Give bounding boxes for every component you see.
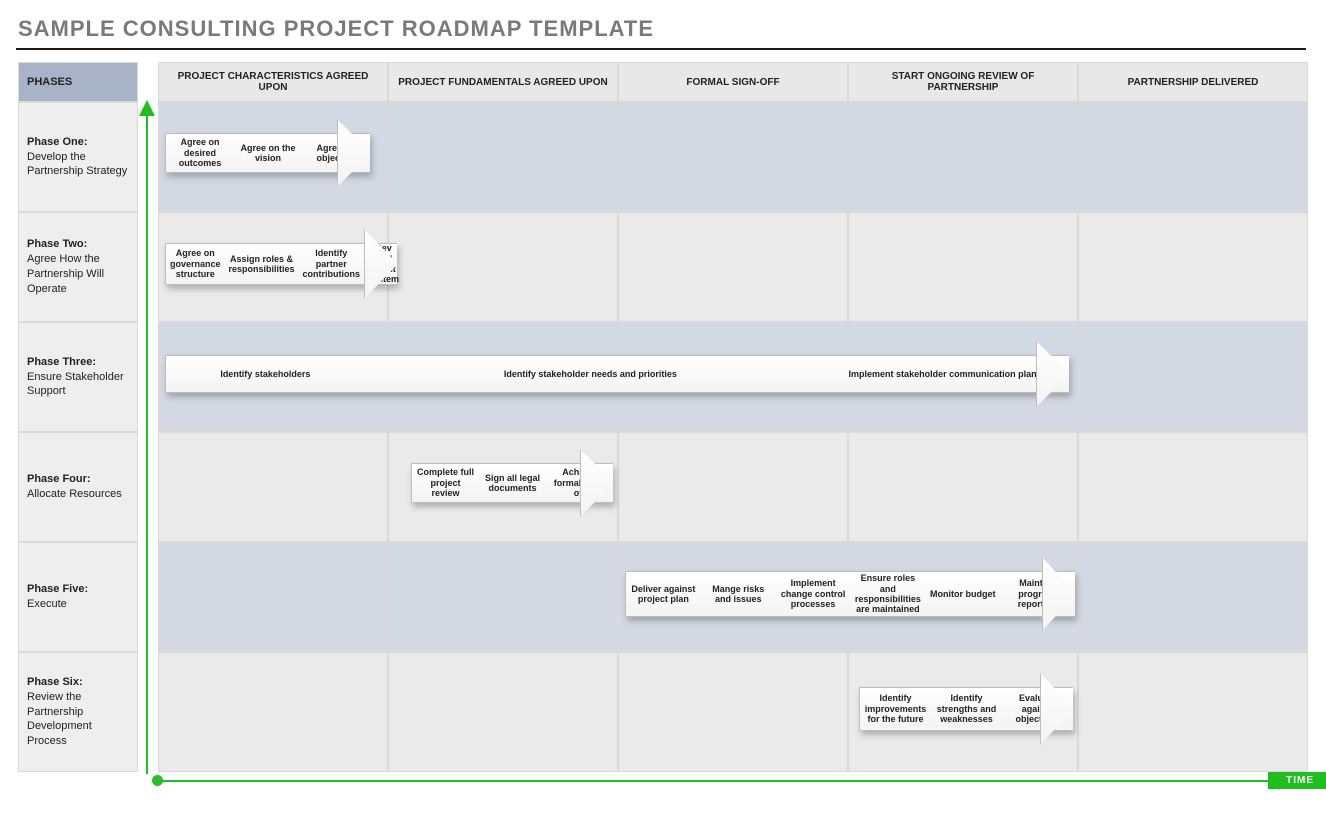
- phase-4-name: Phase Four:: [27, 472, 129, 487]
- r5c2: [388, 542, 618, 652]
- task: Sign all legal documents: [479, 464, 546, 502]
- phase-6-arrow: Identify improvements for the future Ide…: [859, 687, 1073, 731]
- phase-3-arrow: Identify stakeholders Identify stakehold…: [165, 355, 1069, 393]
- task: Ensure roles and responsibilities are ma…: [850, 569, 925, 618]
- r6c2: [388, 652, 618, 772]
- task: Assign roles & responsibilities: [225, 245, 299, 283]
- col-header-4: START ONGOING REVIEW OF PARTNERSHIP: [848, 62, 1078, 102]
- col-header-5: PARTNERSHIP DELIVERED: [1078, 62, 1308, 102]
- phase-5-desc: Execute: [27, 597, 129, 612]
- phase-4-label: Phase Four: Allocate Resources: [18, 432, 138, 542]
- phase-3-desc: Ensure Stakeholder Support: [27, 370, 129, 400]
- task: Identify improvements for the future: [860, 689, 931, 728]
- r3c5: [1078, 322, 1308, 432]
- r3-span: Identify stakeholders Identify stakehold…: [158, 322, 1078, 432]
- task: Evaluate against objectives: [1002, 689, 1073, 728]
- r2c4: [848, 212, 1078, 322]
- r4c2: Complete full project review Sign all le…: [388, 432, 618, 542]
- phase-2-name: Phase Two:: [27, 237, 129, 252]
- task: Achieve formal sign-off: [546, 463, 613, 502]
- col-header-3: FORMAL SIGN-OFF: [618, 62, 848, 102]
- r6c4: Identify improvements for the future Ide…: [848, 652, 1078, 772]
- r1c2: [388, 102, 618, 212]
- task: Agree on the vision: [234, 134, 302, 172]
- r4c1: [158, 432, 388, 542]
- r5c5: [1078, 542, 1308, 652]
- r6c3: [618, 652, 848, 772]
- phase-4-desc: Allocate Resources: [27, 487, 129, 502]
- task: Implement change control processes: [776, 574, 851, 613]
- col-header-1: PROJECT CHARACTERISTICS AGREED UPON: [158, 62, 388, 102]
- r1c4: [848, 102, 1078, 212]
- r4c4: [848, 432, 1078, 542]
- task: Agree on objective: [302, 134, 370, 172]
- r4c5: [1078, 432, 1308, 542]
- phase-5-name: Phase Five:: [27, 582, 129, 597]
- r6c1: [158, 652, 388, 772]
- r5c1: [158, 542, 388, 652]
- roadmap-grid: PHASES PROJECT CHARACTERISTICS AGREED UP…: [18, 62, 1310, 772]
- phase-3-name: Phase Three:: [27, 355, 129, 370]
- phase-1-arrow: Agree on desired outcomes Agree on the v…: [165, 133, 370, 173]
- task: Deliver against project plan: [626, 575, 701, 613]
- task: Identify strengths and weaknesses: [931, 689, 1002, 728]
- page-title: SAMPLE CONSULTING PROJECT ROADMAP TEMPLA…: [18, 16, 1310, 42]
- time-axis: TIME: [158, 774, 1306, 802]
- phases-header: PHASES: [18, 62, 138, 102]
- y-axis-gap: [138, 62, 158, 102]
- r2c5: [1078, 212, 1308, 322]
- arrowhead-icon: [139, 100, 155, 116]
- task: Identify partner contributions: [299, 244, 365, 283]
- r2c2: [388, 212, 618, 322]
- task: Agree on desired outcomes: [166, 133, 234, 172]
- phase-5-label: Phase Five: Execute: [18, 542, 138, 652]
- phase-6-name: Phase Six:: [27, 675, 129, 690]
- phase-6-label: Phase Six: Review the Partnership Develo…: [18, 652, 138, 772]
- phase-1-desc: Develop the Partnership Strategy: [27, 150, 129, 180]
- task: Monitor budget: [925, 575, 1000, 613]
- task: Complete full project review: [412, 463, 479, 502]
- phase-3-label: Phase Three: Ensure Stakeholder Support: [18, 322, 138, 432]
- r1c1: Agree on desired outcomes Agree on the v…: [158, 102, 388, 212]
- task: Maintain progress reporting: [1000, 574, 1075, 613]
- task: Agree on governance structure: [166, 244, 225, 283]
- phase-4-arrow: Complete full project review Sign all le…: [411, 463, 613, 503]
- r2c3: [618, 212, 848, 322]
- title-rule: [16, 48, 1306, 50]
- phase-5-arrow: Deliver against project plan Mange risks…: [625, 571, 1075, 617]
- task: Mange risks and issues: [701, 575, 776, 613]
- phase-1-name: Phase One:: [27, 135, 129, 150]
- r1c3: [618, 102, 848, 212]
- phase-6-desc: Review the Partnership Development Proce…: [27, 690, 129, 749]
- task: Identify stakeholder needs and prioritie…: [365, 355, 817, 393]
- r4c3: [618, 432, 848, 542]
- r5-span: Deliver against project plan Mange risks…: [618, 542, 1078, 652]
- phase-2-desc: Agree How the Partnership Will Operate: [27, 252, 129, 297]
- task: Identify stakeholders: [166, 355, 365, 393]
- phase-2-arrow: Agree on governance structure Assign rol…: [165, 243, 397, 285]
- task: Implement stakeholder communication plan: [816, 355, 1069, 393]
- r2c1: Agree on governance structure Assign rol…: [158, 212, 388, 322]
- time-label: TIME: [1268, 772, 1326, 789]
- phase-1-label: Phase One: Develop the Partnership Strat…: [18, 102, 138, 212]
- r6c5: [1078, 652, 1308, 772]
- r1c5: [1078, 102, 1308, 212]
- col-header-2: PROJECT FUNDAMENTALS AGREED UPON: [388, 62, 618, 102]
- task: Dev perf mgmt system: [364, 239, 403, 288]
- phase-2-label: Phase Two: Agree How the Partnership Wil…: [18, 212, 138, 322]
- y-axis: [138, 102, 158, 772]
